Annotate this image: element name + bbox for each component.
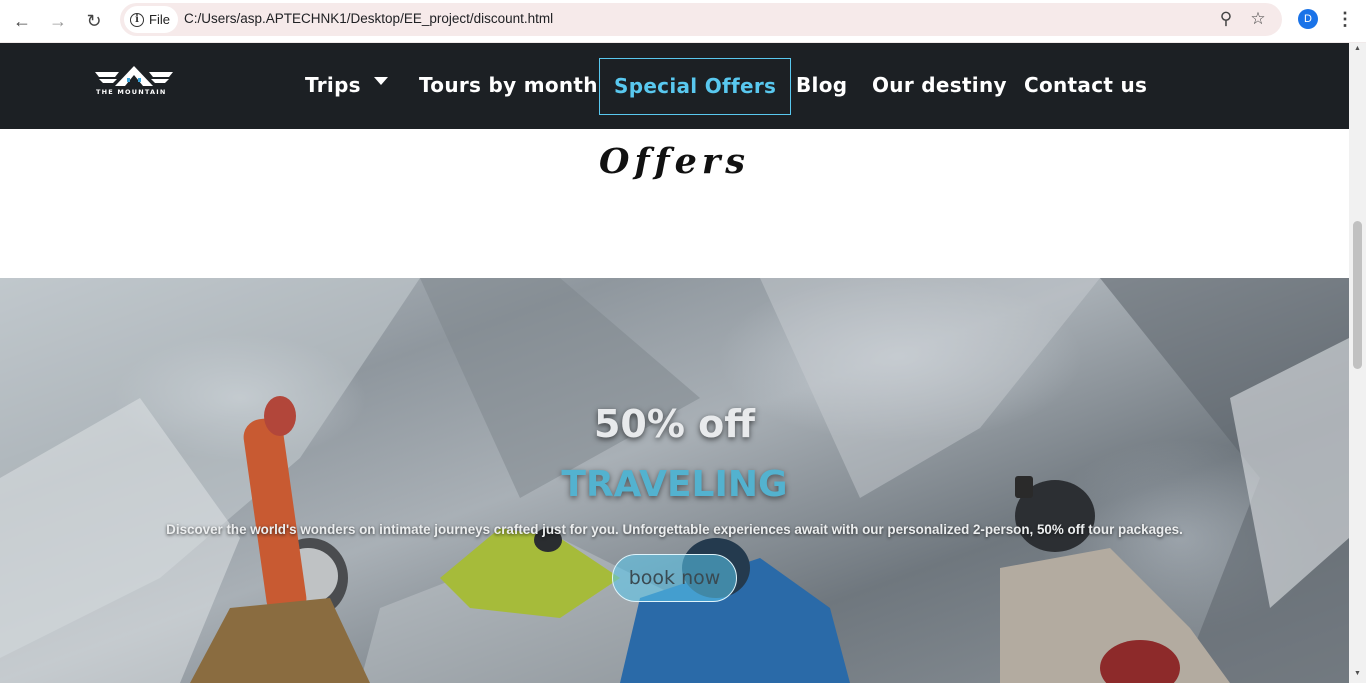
nav-item-trips[interactable]: Trips — [305, 73, 361, 97]
nav-item-special-offers[interactable]: Special Offers — [599, 58, 792, 115]
info-icon: i — [130, 12, 144, 27]
site-navbar: THE MOUNTAIN Trips Tours by month Specia… — [0, 43, 1349, 129]
nav-item-contact-us[interactable]: Contact us — [1024, 73, 1147, 97]
kebab-menu-icon[interactable]: ⋮ — [1336, 9, 1354, 29]
page-title: Offers — [598, 141, 750, 182]
zoom-icon[interactable]: ⚲ — [1216, 9, 1236, 29]
site-info-chip[interactable]: i File — [124, 6, 178, 33]
address-bar[interactable]: i File C:/Users/asp.APTECHNK1/Desktop/EE… — [120, 3, 1282, 36]
browser-toolbar: ← → ↻ i File C:/Users/asp.APTECHNK1/Desk… — [0, 0, 1366, 43]
scroll-thumb[interactable] — [1353, 221, 1362, 369]
page-scrollbar[interactable]: ▲ ▼ — [1349, 43, 1366, 683]
star-icon[interactable]: ☆ — [1248, 9, 1268, 29]
nav-item-tours-by-month[interactable]: Tours by month — [419, 73, 598, 97]
chevron-down-icon[interactable] — [374, 77, 388, 85]
hero-headline: TRAVELING — [561, 464, 788, 505]
scroll-down-icon[interactable]: ▼ — [1353, 670, 1362, 678]
nav-item-blog[interactable]: Blog — [796, 73, 847, 97]
page-viewport: THE MOUNTAIN Trips Tours by month Specia… — [0, 43, 1349, 683]
hero-banner: 50% off TRAVELING Discover the world's w… — [0, 278, 1349, 683]
scroll-up-icon[interactable]: ▲ — [1353, 45, 1362, 53]
profile-avatar[interactable]: D — [1298, 9, 1318, 29]
file-label: File — [149, 12, 170, 27]
hero-description: Discover the world's wonders on intimate… — [166, 522, 1183, 537]
back-icon[interactable]: ← — [10, 9, 34, 33]
forward-icon[interactable]: → — [46, 9, 70, 33]
url-text[interactable]: C:/Users/asp.APTECHNK1/Desktop/EE_projec… — [184, 11, 553, 26]
book-now-button[interactable]: book now — [612, 554, 737, 602]
logo-text: THE MOUNTAIN — [96, 88, 167, 96]
nav-item-our-destiny[interactable]: Our destiny — [872, 73, 1007, 97]
reload-icon[interactable]: ↻ — [82, 9, 106, 33]
hero-discount: 50% off — [593, 402, 756, 446]
